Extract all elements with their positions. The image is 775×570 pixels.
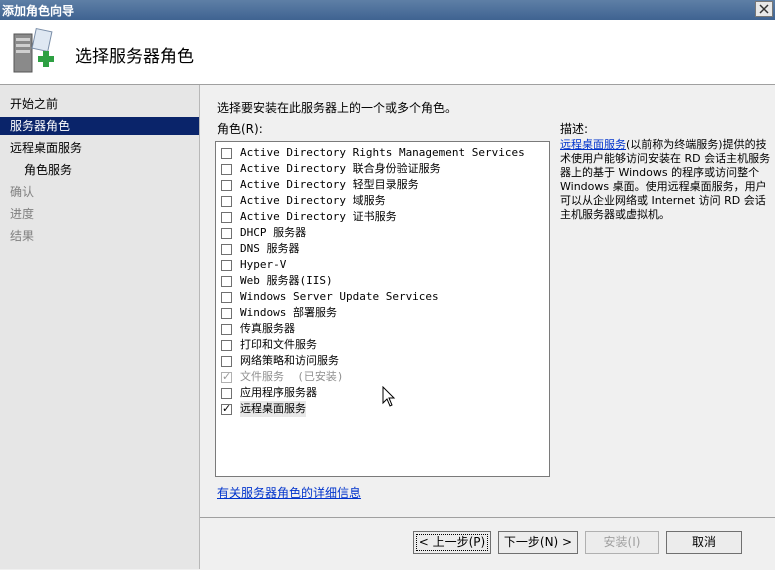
window-title: 添加角色向导 <box>2 4 75 18</box>
nav-item-server-roles[interactable]: 服务器角色 <box>0 117 199 135</box>
role-checkbox <box>221 369 232 385</box>
role-checkbox[interactable] <box>221 211 232 223</box>
next-button[interactable]: 下一步(N) > <box>498 531 578 554</box>
role-label: Windows 部署服务 <box>240 306 337 319</box>
role-row[interactable]: 网络策略和访问服务 <box>221 353 339 369</box>
role-label: Web 服务器(IIS) <box>240 274 333 287</box>
role-row[interactable]: Active Directory 证书服务 <box>221 209 397 225</box>
role-label: 应用程序服务器 <box>240 386 317 399</box>
nav-item-progress: 进度 <box>10 207 35 221</box>
role-row[interactable]: DNS 服务器 <box>221 241 300 257</box>
role-row[interactable]: Active Directory 域服务 <box>221 193 386 209</box>
description-link[interactable]: 远程桌面服务 <box>560 138 626 151</box>
wizard-step-nav: 开始之前 服务器角色 远程桌面服务 角色服务 确认 进度 结果 <box>0 85 200 569</box>
role-row[interactable]: 远程桌面服务 <box>221 401 306 417</box>
role-row[interactable]: Active Directory Rights Management Servi… <box>221 145 525 161</box>
role-checkbox[interactable] <box>221 323 232 335</box>
role-label: Windows Server Update Services <box>240 290 439 303</box>
role-checkbox[interactable] <box>221 163 232 175</box>
role-label: Active Directory 域服务 <box>240 194 386 207</box>
role-checkbox[interactable] <box>221 339 232 351</box>
roles-listbox[interactable]: Active Directory Rights Management Servi… <box>215 141 550 477</box>
role-row: 文件服务 (已安装) <box>221 369 344 385</box>
more-info-link[interactable]: 有关服务器角色的详细信息 <box>217 484 361 501</box>
role-label: Active Directory 证书服务 <box>240 210 397 223</box>
role-label: DNS 服务器 <box>240 242 300 255</box>
cancel-button[interactable]: 取消 <box>666 531 742 554</box>
role-label: Hyper-V <box>240 258 287 271</box>
role-checkbox[interactable] <box>221 259 232 271</box>
role-checkbox[interactable] <box>221 387 232 399</box>
nav-item-remote-desktop-services[interactable]: 远程桌面服务 <box>0 139 199 157</box>
role-label: Active Directory 轻型目录服务 <box>240 178 419 191</box>
role-row[interactable]: 传真服务器 <box>221 321 295 337</box>
role-checkbox[interactable] <box>221 179 232 191</box>
role-row[interactable]: 打印和文件服务 <box>221 337 317 353</box>
role-checkbox[interactable] <box>221 243 232 255</box>
role-checkbox[interactable] <box>221 275 232 287</box>
description-label: 描述: <box>560 122 589 136</box>
nav-item-confirmation: 确认 <box>10 185 35 199</box>
instruction-text: 选择要安装在此服务器上的一个或多个角色。 <box>217 101 458 115</box>
page-title: 选择服务器角色 <box>75 47 194 67</box>
role-row[interactable]: Active Directory 联合身份验证服务 <box>221 161 441 177</box>
install-button: 安装(I) <box>585 531 659 554</box>
roles-label: 角色(R): <box>217 122 263 136</box>
role-row[interactable]: Active Directory 轻型目录服务 <box>221 177 419 193</box>
role-label: Active Directory 联合身份验证服务 <box>240 162 441 175</box>
nav-item-results: 结果 <box>10 229 35 243</box>
title-bar: 添加角色向导 <box>0 0 775 20</box>
role-label: 网络策略和访问服务 <box>240 354 339 367</box>
role-row[interactable]: Hyper-V <box>221 257 286 273</box>
role-label: DHCP 服务器 <box>240 226 307 239</box>
role-row[interactable]: 应用程序服务器 <box>221 385 317 401</box>
role-label: 打印和文件服务 <box>240 338 317 351</box>
role-row[interactable]: DHCP 服务器 <box>221 225 306 241</box>
role-checkbox[interactable] <box>221 401 232 417</box>
close-button[interactable] <box>755 1 773 17</box>
role-row[interactable]: Windows Server Update Services <box>221 289 439 305</box>
role-checkbox[interactable] <box>221 307 232 319</box>
role-row[interactable]: Web 服务器(IIS) <box>221 273 333 289</box>
role-label: 文件服务 (已安装) <box>240 370 344 383</box>
mouse-cursor-icon <box>382 386 396 407</box>
nav-item-before-you-begin[interactable]: 开始之前 <box>0 95 199 113</box>
role-label: 传真服务器 <box>240 322 295 335</box>
role-checkbox[interactable] <box>221 227 232 239</box>
role-checkbox[interactable] <box>221 355 232 367</box>
close-icon <box>759 4 769 14</box>
role-checkbox[interactable] <box>221 147 232 159</box>
nav-item-role-services[interactable]: 角色服务 <box>0 161 199 179</box>
role-checkbox[interactable] <box>221 195 232 207</box>
role-label: Active Directory Rights Management Servi… <box>240 146 525 159</box>
role-checkbox[interactable] <box>221 291 232 303</box>
description-panel: 远程桌面服务(以前称为终端服务)提供的技术使用户能够访问安装在 RD 会话主机服… <box>560 138 772 222</box>
server-add-role-icon <box>13 27 54 73</box>
back-button[interactable]: < 上一步(P) <box>413 531 491 554</box>
wizard-header: 选择服务器角色 <box>0 20 775 85</box>
role-label: 远程桌面服务 <box>240 401 306 417</box>
role-row[interactable]: Windows 部署服务 <box>221 305 337 321</box>
